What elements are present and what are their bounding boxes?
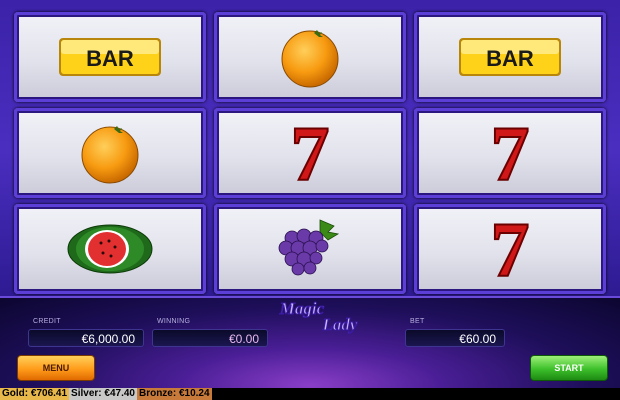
credit-value: €6,000.00 xyxy=(28,329,144,347)
seven-symbol-text: 7 xyxy=(491,214,530,284)
reel-area: BAR BAR 7 7 7 xyxy=(0,0,620,300)
gold-jackpot: Gold: €706.41 xyxy=(0,388,70,400)
reel-1-row-2 xyxy=(14,108,206,198)
reel-2-row-3 xyxy=(214,204,406,294)
game-logo: Magic Lady xyxy=(278,299,358,335)
bar-symbol-text: BAR xyxy=(486,46,534,71)
bar-symbol-icon: BAR xyxy=(459,38,561,76)
winning-value: €0.00 xyxy=(152,329,268,347)
seven-icon: 7 xyxy=(490,214,531,284)
bar-symbol-icon: BAR xyxy=(59,38,161,76)
seven-icon: 7 xyxy=(490,118,531,188)
menu-button[interactable]: MENU xyxy=(17,355,95,381)
reel-3-row-2: 7 xyxy=(414,108,606,198)
silver-jackpot: Silver: €47.40 xyxy=(69,388,137,400)
bet-value[interactable]: €60.00 xyxy=(405,329,505,347)
seven-icon: 7 xyxy=(290,118,331,188)
orange-icon xyxy=(81,126,139,184)
reel-3-row-3: 7 xyxy=(414,204,606,294)
logo-line-2: Lady xyxy=(322,315,358,334)
orange-icon xyxy=(281,30,339,88)
bar-symbol-text: BAR xyxy=(86,46,134,71)
winning-label: WINNING xyxy=(157,318,191,325)
seven-symbol-text: 7 xyxy=(491,118,530,188)
reel-1-row-1: BAR xyxy=(14,12,206,102)
bet-label: BET xyxy=(410,318,425,325)
jackpot-bar: Gold: €706.41 Silver: €47.40 Bronze: €10.2… xyxy=(0,388,620,400)
grapes-icon xyxy=(278,219,340,276)
credit-label: CREDIT xyxy=(33,318,61,325)
watermelon-icon xyxy=(67,224,153,274)
reel-3-row-1: BAR xyxy=(414,12,606,102)
reel-2-row-2: 7 xyxy=(214,108,406,198)
seven-symbol-text: 7 xyxy=(291,118,330,188)
bronze-jackpot: Bronze: €10.24 xyxy=(136,388,212,400)
reel-1-row-3 xyxy=(14,204,206,294)
start-button[interactable]: START xyxy=(530,355,608,381)
reel-2-row-1 xyxy=(214,12,406,102)
logo-line-1: Magic xyxy=(279,299,325,318)
slot-game: BAR BAR 7 7 7 Magic Lady CREDIT €6,000.0… xyxy=(0,0,620,400)
